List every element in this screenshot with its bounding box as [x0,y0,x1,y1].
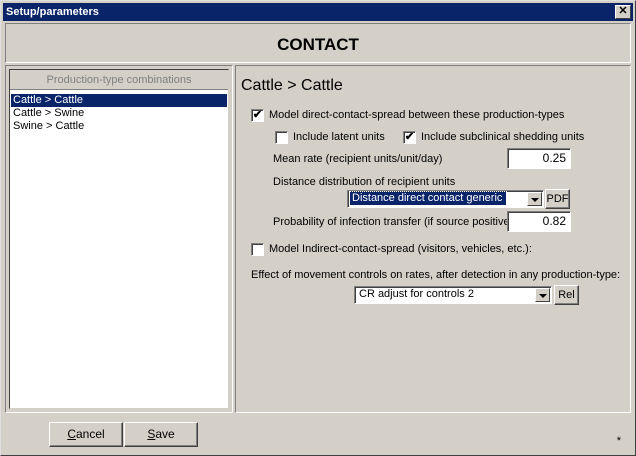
list-item-cattle-swine[interactable]: Cattle > Swine [11,107,227,120]
direct-contact-label: Model direct-contact-spread between thes… [269,109,565,121]
subclinical-units-label: Include subclinical shedding units [421,131,585,143]
save-label-rest: ave [155,427,175,441]
page-title: CONTACT [277,35,359,54]
save-button[interactable]: Save [124,422,198,447]
movement-controls-label: Effect of movement controls on rates, af… [251,269,621,281]
cancel-mnemonic: C [67,427,76,441]
modified-indicator: * [616,435,621,447]
section-title: Cattle > Cattle [241,77,343,94]
mean-rate-input[interactable]: 0.25 [507,148,571,169]
subclinical-units-checkbox[interactable]: ✔ [403,131,416,144]
distance-distribution-select[interactable]: Distance direct contact generic [347,190,544,208]
latent-units-checkbox[interactable] [275,131,288,144]
movement-controls-select[interactable]: CR adjust for controls 2 [354,286,552,304]
movement-controls-value: CR adjust for controls 2 [359,288,474,300]
chevron-down-icon[interactable] [527,192,542,206]
cancel-button[interactable]: Cancel [49,422,123,447]
direct-contact-checkbox[interactable]: ✔ [251,109,264,122]
mean-rate-label: Mean rate (recipient units/unit/day) [273,153,443,165]
left-panel: Production-type combinations Cattle > Ca… [5,65,233,413]
setup-parameters-window: Setup/parameters ✕ CONTACT Production-ty… [0,0,636,456]
indirect-contact-label: Model Indirect-contact-spread (visitors,… [269,243,532,255]
chevron-down-icon[interactable] [535,288,550,302]
production-type-list[interactable]: Production-type combinations Cattle > Ca… [9,69,229,409]
title-bar: Setup/parameters ✕ [3,3,633,21]
footer: Cancel Save * [1,415,635,455]
distance-distribution-label: Distance distribution of recipient units [273,176,456,188]
pdf-button[interactable]: PDF [545,189,570,209]
close-button[interactable]: ✕ [615,5,631,19]
distance-distribution-value: Distance direct contact generic [348,191,508,206]
list-item-cattle-cattle[interactable]: Cattle > Cattle [11,94,227,107]
infection-transfer-label: Probability of infection transfer (if so… [273,216,514,228]
cancel-label-rest: ancel [75,427,105,441]
list-header[interactable]: Production-type combinations [10,70,228,90]
header-panel: CONTACT [5,23,631,63]
window-title: Setup/parameters [6,6,99,18]
list-item-swine-cattle[interactable]: Swine > Cattle [11,120,227,133]
latent-units-label: Include latent units [293,131,385,143]
indirect-contact-checkbox[interactable] [251,243,264,256]
infection-transfer-input[interactable]: 0.82 [507,211,571,232]
right-panel: Cattle > Cattle ✔ Model direct-contact-s… [235,65,631,413]
rel-button[interactable]: Rel [554,285,579,305]
